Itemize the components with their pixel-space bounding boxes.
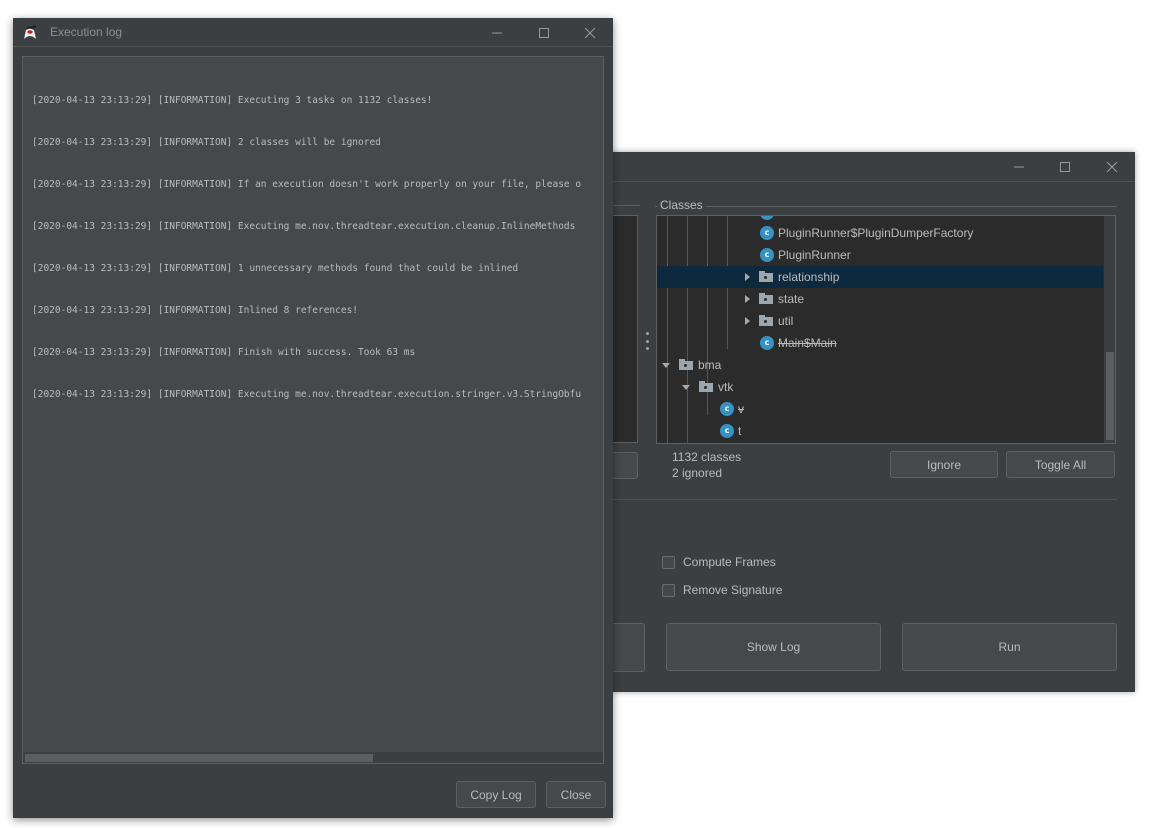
log-line: [2020-04-13 23:13:29] [INFORMATION] Exec… (32, 221, 576, 232)
ignored-count-label: 2 ignored (672, 466, 723, 480)
log-text-area[interactable]: [2020-04-13 23:13:29] [INFORMATION] Exec… (22, 56, 604, 764)
section-divider (600, 499, 1117, 500)
minimize-icon (1014, 166, 1024, 167)
class-icon: c (760, 248, 774, 262)
log-titlebar[interactable]: Execution log (13, 18, 613, 47)
tree-row-label: v (738, 402, 744, 416)
tree-row-package[interactable]: state (657, 288, 1103, 310)
package-folder-icon (759, 293, 773, 304)
class-tree[interactable]: c c PluginRunner$PluginDumperFactory c P… (656, 215, 1116, 444)
checkbox-box[interactable] (662, 555, 675, 569)
close-window-button[interactable] (1089, 152, 1135, 181)
tree-row-label: bma (698, 358, 722, 372)
window-title: Execution log (50, 25, 123, 39)
close-icon (1106, 161, 1118, 172)
class-icon: c (760, 216, 774, 220)
package-folder-icon (679, 359, 693, 370)
log-line: [2020-04-13 23:13:29] [INFORMATION] If a… (32, 179, 582, 190)
close-button[interactable]: Close (546, 781, 606, 808)
tree-row-label: Main$Main (778, 336, 837, 350)
tree-row-package[interactable]: bma (657, 354, 1103, 376)
close-window-button[interactable] (567, 18, 613, 47)
tree-row-label: PluginRunner (778, 248, 851, 262)
app-logo-icon (24, 25, 36, 39)
class-icon: c (720, 402, 734, 416)
collapse-arrow-icon[interactable] (662, 363, 670, 368)
main-titlebar (600, 152, 1135, 182)
tree-row-label: relationship (778, 270, 840, 284)
show-log-button[interactable]: Show Log (666, 623, 881, 671)
maximize-icon (539, 27, 549, 38)
log-line: [2020-04-13 23:13:29] [INFORMATION] 1 un… (32, 263, 519, 274)
log-horizontal-scrollbar[interactable] (23, 752, 603, 763)
scrollbar-thumb[interactable] (25, 754, 373, 762)
minimize-icon (492, 32, 502, 33)
maximize-icon (1060, 161, 1070, 172)
tree-row-class[interactable]: c PluginRunner (657, 244, 1103, 266)
package-folder-icon (759, 271, 773, 282)
compute-frames-checkbox[interactable]: Compute Frames (662, 555, 776, 569)
class-icon: c (760, 226, 774, 240)
class-icon: c (720, 424, 734, 438)
maximize-button[interactable] (521, 18, 567, 47)
tree-row-package[interactable]: vtk (657, 376, 1103, 398)
tree-row-label: PluginRunner$PluginDumperFactory (778, 226, 974, 240)
tree-row-class-ignored[interactable]: c v (657, 398, 1103, 420)
execution-log-window: Execution log [2020-04-13 23:13:29] [INF… (13, 18, 613, 818)
log-line: [2020-04-13 23:13:29] [INFORMATION] Exec… (32, 95, 433, 106)
tree-row-label: state (778, 292, 805, 306)
close-icon (584, 27, 596, 38)
scrollbar-thumb[interactable] (1106, 352, 1114, 440)
tree-row-class[interactable]: c t (657, 420, 1103, 442)
tree-row-package-selected[interactable]: relationship (657, 266, 1103, 288)
ignore-button[interactable]: Ignore (890, 451, 998, 478)
run-button[interactable]: Run (902, 623, 1117, 671)
tree-row-class[interactable]: c PluginRunner$PluginDumperFactory (657, 222, 1103, 244)
checkbox-label: Compute Frames (683, 555, 776, 569)
minimize-button[interactable] (474, 18, 520, 47)
log-line: [2020-04-13 23:13:29] [INFORMATION] 2 cl… (32, 137, 381, 148)
classes-group-title: Classes (657, 198, 706, 212)
remove-signature-checkbox[interactable]: Remove Signature (662, 583, 782, 597)
expand-arrow-icon[interactable] (745, 317, 750, 325)
toggle-all-button[interactable]: Toggle All (1006, 451, 1115, 478)
tree-row-package[interactable]: util (657, 310, 1103, 332)
class-count-label: 1132 classes (672, 450, 742, 464)
log-lines: [2020-04-13 23:13:29] [INFORMATION] Exec… (32, 66, 603, 430)
package-folder-icon (699, 381, 713, 392)
minimize-button[interactable] (996, 152, 1042, 181)
tree-row-class-ignored[interactable]: c Main$Main (657, 332, 1103, 354)
class-icon: c (760, 336, 774, 350)
collapse-arrow-icon[interactable] (682, 385, 690, 390)
log-line: [2020-04-13 23:13:29] [INFORMATION] Exec… (32, 389, 582, 400)
tree-row-label: vtk (718, 380, 734, 394)
checkbox-box[interactable] (662, 583, 675, 597)
maximize-button[interactable] (1042, 152, 1088, 181)
log-line: [2020-04-13 23:13:29] [INFORMATION] Fini… (32, 347, 416, 358)
expand-arrow-icon[interactable] (745, 273, 750, 281)
expand-arrow-icon[interactable] (745, 295, 750, 303)
package-folder-icon (759, 315, 773, 326)
main-window: Classes c c PluginRunner$PluginDumperFac… (600, 152, 1135, 692)
classes-group-border (655, 206, 1117, 207)
tree-vertical-scrollbar[interactable] (1104, 216, 1115, 443)
copy-log-button[interactable]: Copy Log (456, 781, 536, 808)
tree-row-label: t (738, 424, 742, 438)
split-pane-handle[interactable] (645, 332, 649, 350)
log-line: [2020-04-13 23:13:29] [INFORMATION] Inli… (32, 305, 359, 316)
tree-row-label: util (778, 314, 794, 328)
checkbox-label: Remove Signature (683, 583, 783, 597)
